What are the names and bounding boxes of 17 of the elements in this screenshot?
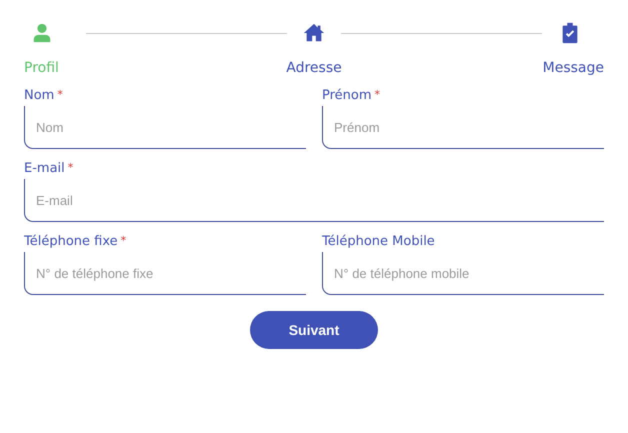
required-mark: * [120, 234, 126, 247]
field-label: Téléphone fixe [24, 234, 118, 249]
field-label: Nom [24, 88, 54, 103]
input-field[interactable]: N° de téléphone fixe [24, 252, 306, 295]
field-label: Téléphone Mobile [322, 234, 435, 249]
input-field[interactable]: Nom [24, 106, 306, 149]
step-label[interactable]: Message [542, 60, 604, 76]
field-label: Prénom [322, 88, 372, 103]
input-field[interactable]: Prénom [322, 106, 604, 149]
required-mark: * [374, 88, 380, 101]
input-field[interactable]: E-mail [24, 179, 604, 222]
next-button[interactable]: Suivant [250, 311, 378, 349]
step-label[interactable]: Adresse [286, 60, 342, 76]
input-field[interactable]: N° de téléphone mobile [322, 252, 604, 295]
required-mark: * [68, 161, 74, 174]
field-label: E-mail [24, 161, 65, 176]
required-mark: * [57, 88, 63, 101]
